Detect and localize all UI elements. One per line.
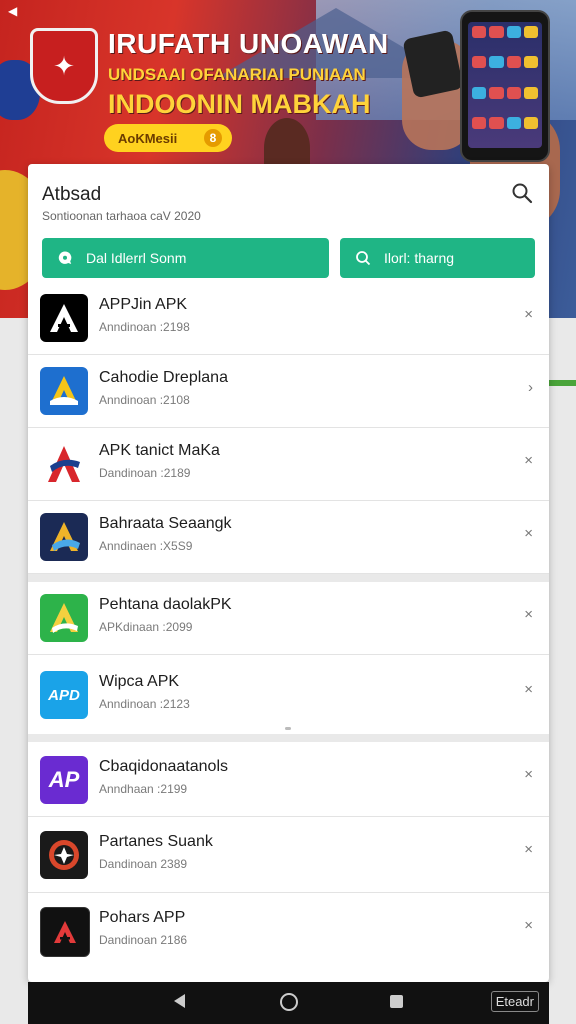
- nav-recents-icon[interactable]: [390, 995, 403, 1008]
- close-icon[interactable]: ×: [524, 681, 533, 698]
- app-meta: Anndinoan :2123: [99, 697, 190, 711]
- close-icon[interactable]: ×: [524, 606, 533, 623]
- list-item[interactable]: Partanes Suank Dandinoan 2389 ×: [28, 817, 549, 893]
- app-meta: Anndhaan :2199: [99, 782, 188, 796]
- app-name: Partanes Suank: [99, 833, 213, 850]
- a-navy-icon: [50, 522, 80, 551]
- secondary-action-button[interactable]: Ilorl: tharng: [340, 238, 535, 278]
- close-icon[interactable]: ×: [524, 452, 533, 469]
- banner-headline: IRUFATH UNOAWAN UNDSAAI OFANARIAI PUNIAA…: [108, 30, 408, 118]
- nav-back-icon[interactable]: [174, 994, 185, 1008]
- nav-home-icon[interactable]: [280, 993, 298, 1011]
- banner-subtitle: UNDSAAI OFANARIAI PUNIAAN: [108, 65, 366, 84]
- section-gap: [28, 574, 549, 582]
- app-list: Pehtana daolakPK APKdinaan :2099 × APD W…: [28, 582, 549, 736]
- search-icon: [354, 249, 372, 267]
- primary-action-button[interactable]: Dal Idlerrl Sonm: [42, 238, 329, 278]
- a-red-icon: [48, 446, 80, 482]
- app-name: APPJin APK: [99, 296, 188, 313]
- chevron-right-icon[interactable]: ›: [528, 379, 533, 396]
- secondary-action-label: Ilorl: tharng: [384, 250, 455, 266]
- a-dark-icon: [54, 921, 76, 943]
- a-blue-icon: [50, 376, 78, 405]
- app-icon: [40, 440, 88, 488]
- app-name: Cahodie Dreplana: [99, 369, 228, 386]
- section-gap: [28, 734, 549, 742]
- app-meta: Dandinoan 2186: [99, 933, 188, 947]
- app-meta: Dandinoan :2189: [99, 466, 191, 480]
- app-icon: [40, 294, 88, 342]
- list-item[interactable]: APD Wipca APK Anndinoan :2123 ×: [28, 655, 549, 736]
- app-icon: [40, 513, 88, 561]
- primary-action-label: Dal Idlerrl Sonm: [86, 250, 187, 266]
- badge-dark-icon: [49, 840, 79, 870]
- list-item[interactable]: Pohars APP Dandinoan 2186 ×: [28, 893, 549, 968]
- banner-tagline: INDOONIN MABKAH: [108, 89, 371, 119]
- card-subtitle: Sontioonan tarhaoa caV 2020: [42, 209, 201, 223]
- app-icon: [40, 831, 88, 879]
- a-green-icon: [50, 603, 78, 633]
- nav-extra-button[interactable]: Eteadr: [490, 991, 539, 1012]
- shield-logo-icon: ✦: [30, 28, 98, 104]
- app-icon: [40, 367, 88, 415]
- app-icon: AP: [40, 756, 88, 804]
- app-meta: Anndinoan :2198: [99, 320, 190, 334]
- back-arrow-icon[interactable]: ◀: [8, 4, 17, 18]
- app-name: Pehtana daolakPK: [99, 596, 232, 613]
- promo-button[interactable]: AoKMesii 8: [104, 124, 232, 152]
- app-meta: Anndinoan :2108: [99, 393, 190, 407]
- close-icon[interactable]: ×: [524, 766, 533, 783]
- app-icon: [40, 594, 88, 642]
- list-item[interactable]: Pehtana daolakPK APKdinaan :2099 ×: [28, 582, 549, 655]
- a-black-icon: [50, 304, 78, 332]
- app-name: Bahraata Seaangk: [99, 515, 232, 532]
- app-list: APPJin APK Anndinoan :2198 × Cahodie Dre…: [28, 282, 549, 574]
- search-icon[interactable]: [511, 182, 533, 204]
- card-title: Atbsad: [42, 184, 102, 205]
- app-name: Cbaqidonaatanols: [99, 758, 228, 775]
- app-list-card: Atbsad Sontioonan tarhaoa caV 2020 Dal I…: [28, 164, 549, 982]
- close-icon[interactable]: ×: [524, 917, 533, 934]
- list-item[interactable]: APK tanict MaKa Dandinoan :2189 ×: [28, 428, 549, 501]
- close-icon[interactable]: ×: [524, 525, 533, 542]
- banner-title: IRUFATH UNOAWAN: [108, 28, 389, 59]
- app-meta: Anndinaen :X5S9: [99, 539, 193, 553]
- chat-icon: [56, 249, 74, 267]
- promo-button-label: AoKMesii: [118, 130, 178, 146]
- app-meta: Dandinoan 2389: [99, 857, 188, 871]
- divider-accent: [548, 380, 576, 386]
- app-name: APK tanict MaKa: [99, 442, 220, 459]
- app-icon: APD: [40, 671, 88, 719]
- list-item[interactable]: Bahraata Seaangk Anndinaen :X5S9 ×: [28, 501, 549, 574]
- list-item[interactable]: AP Cbaqidonaatanols Anndhaan :2199 ×: [28, 742, 549, 817]
- app-name: Wipca APK: [99, 673, 180, 690]
- banner-phone: [460, 10, 550, 162]
- system-navigation-bar: Eteadr: [28, 982, 549, 1024]
- close-icon[interactable]: ×: [524, 306, 533, 323]
- app-name: Pohars APP: [99, 909, 186, 926]
- close-icon[interactable]: ×: [524, 841, 533, 858]
- drag-handle[interactable]: [285, 727, 291, 730]
- app-list: AP Cbaqidonaatanols Anndhaan :2199 × Par…: [28, 742, 549, 968]
- list-item[interactable]: APPJin APK Anndinoan :2198 ×: [28, 282, 549, 355]
- coin-icon: 8: [204, 129, 222, 147]
- list-item[interactable]: Cahodie Dreplana Anndinoan :2108 ›: [28, 355, 549, 428]
- app-meta: APKdinaan :2099: [99, 620, 193, 634]
- app-icon: [40, 907, 90, 957]
